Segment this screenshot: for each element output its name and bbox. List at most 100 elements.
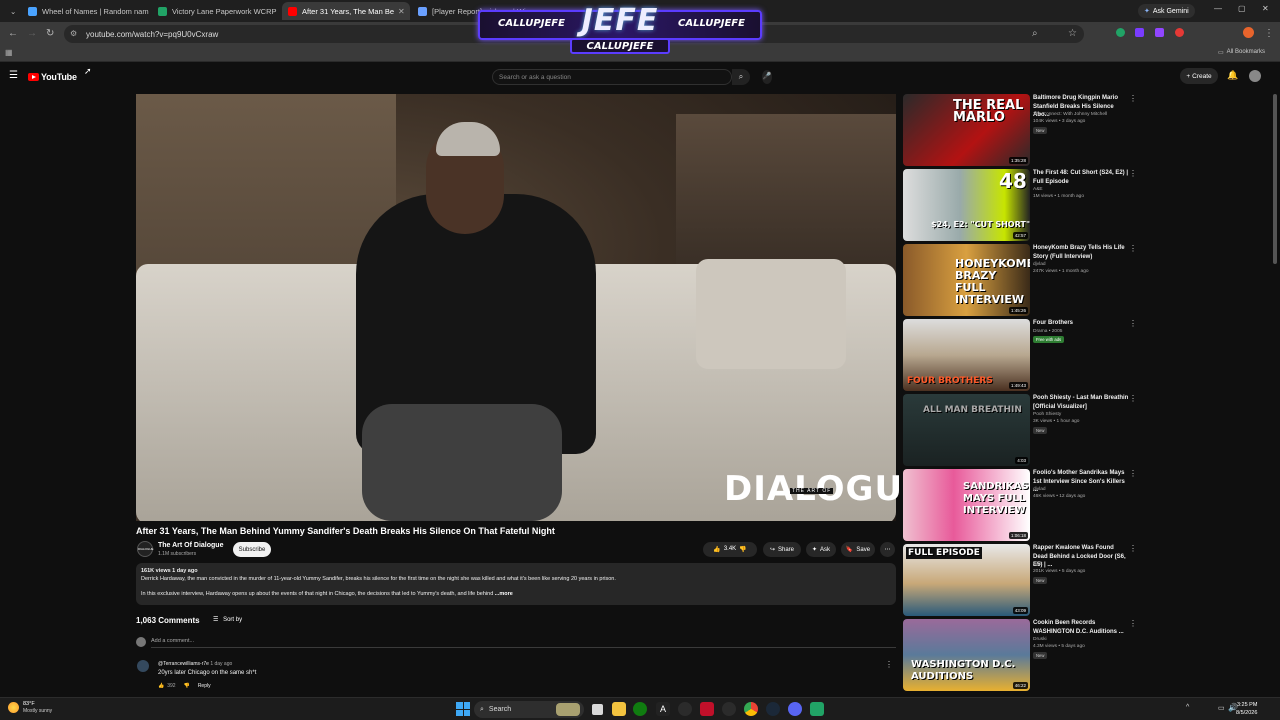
recommended-video[interactable]: ALL MAN BREATHIN 4:03 Pooh Shiesty - Las…: [903, 394, 1143, 466]
more-vertical-icon[interactable]: ⋮: [1129, 394, 1137, 403]
taskbar-search[interactable]: ⌕ Search: [474, 701, 584, 718]
minimize-icon[interactable]: —: [1214, 4, 1222, 13]
forward-icon[interactable]: →: [27, 28, 37, 39]
video-description[interactable]: 161K views 1 day ago Derrick Hardaway, t…: [136, 563, 896, 605]
tab-victory-lane[interactable]: Victory Lane Paperwork WCRP ✕: [152, 2, 280, 20]
recommended-video[interactable]: FOUR BROTHERS 1:49:43 Four Brothers Dram…: [903, 319, 1143, 391]
hamburger-menu-icon[interactable]: ☰: [9, 70, 18, 81]
app-icon[interactable]: [678, 702, 692, 716]
search-input[interactable]: Search or ask a question: [492, 69, 732, 85]
site-info-icon[interactable]: ⚙: [70, 29, 77, 38]
video-thumbnail[interactable]: ALL MAN BREATHIN 4:03: [903, 394, 1030, 466]
app-icon[interactable]: [700, 702, 714, 716]
tab-search-button[interactable]: ⌄: [4, 2, 20, 20]
channel-avatar[interactable]: DIALOGUE: [137, 541, 154, 557]
sort-icon: ☰: [213, 617, 219, 623]
channel-name[interactable]: The Art Of Dialogue: [158, 542, 223, 549]
maximize-icon[interactable]: ▢: [1238, 4, 1246, 13]
tab-wheel-of-names[interactable]: Wheel of Names | Random nam ✕: [22, 2, 150, 20]
task-view-icon[interactable]: [592, 704, 603, 715]
video-thumbnail[interactable]: FOUR BROTHERS 1:49:43: [903, 319, 1030, 391]
close-icon[interactable]: ✕: [394, 7, 405, 16]
recommended-video[interactable]: $24, E2: "CUT SHORT" 48 42:57 The First …: [903, 169, 1143, 241]
extension-icon[interactable]: [1175, 28, 1184, 37]
more-vertical-icon[interactable]: ⋮: [1129, 319, 1137, 328]
youtube-logo[interactable]: YouTube: [28, 72, 77, 82]
windows-start-icon[interactable]: [456, 702, 470, 716]
app-icon[interactable]: [722, 702, 736, 716]
like-button[interactable]: 👍 3.4K: [713, 546, 736, 553]
recommended-video[interactable]: SANDRIKAS MAYS FULL INTERVIEW 1:06:18 Fo…: [903, 469, 1143, 541]
more-vertical-icon[interactable]: ⋮: [1129, 469, 1137, 478]
recommended-views: 1M views • 1 month ago: [1033, 194, 1085, 199]
video-thumbnail[interactable]: THE REAL MARLO 1:35:28: [903, 94, 1030, 166]
thumbnail-number: 48: [999, 169, 1027, 193]
all-bookmarks-button[interactable]: ▭ All Bookmarks: [1218, 49, 1265, 56]
more-vertical-icon[interactable]: ⋮: [1129, 169, 1137, 178]
ask-button[interactable]: ✦ Ask: [806, 542, 836, 557]
tray-chevron-icon[interactable]: ^: [1186, 704, 1189, 711]
recommended-video[interactable]: HONEYKOMB BRAZY FULL INTERVIEW 1:45:26 H…: [903, 244, 1143, 316]
page-scrollbar[interactable]: [1273, 94, 1277, 264]
reload-icon[interactable]: ↻: [46, 28, 54, 39]
close-window-icon[interactable]: ✕: [1262, 4, 1269, 13]
reply-button[interactable]: Reply: [198, 683, 211, 689]
steam-icon[interactable]: [766, 702, 780, 716]
dislike-button[interactable]: 👎: [739, 546, 746, 553]
more-vertical-icon[interactable]: ⋮: [1129, 619, 1137, 628]
weather-widget[interactable]: 83°F Mostly sunny: [8, 701, 52, 714]
system-clock[interactable]: 3:25 PM 8/5/2026: [1236, 701, 1257, 717]
notifications-bell-icon[interactable]: 🔔: [1227, 70, 1238, 81]
recommended-video[interactable]: WASHINGTON D.C. AUDITIONS 46:22 Cookin B…: [903, 619, 1143, 691]
video-thumbnail[interactable]: $24, E2: "CUT SHORT" 48 42:57: [903, 169, 1030, 241]
save-button[interactable]: 🔖 Save: [841, 542, 875, 557]
more-vertical-icon[interactable]: ⋮: [1129, 544, 1137, 553]
extension-icon[interactable]: [1116, 28, 1125, 37]
comment-like-button[interactable]: 👍 392: [158, 683, 176, 689]
comment-username[interactable]: @Terrancewilliams-r7e: [158, 661, 209, 667]
network-icon[interactable]: ▭: [1218, 704, 1225, 712]
file-explorer-icon[interactable]: [612, 702, 626, 716]
video-thumbnail[interactable]: SANDRIKAS MAYS FULL INTERVIEW 1:06:18: [903, 469, 1030, 541]
tab-youtube-video[interactable]: After 31 Years, The Man Be ✕: [282, 2, 410, 20]
voice-search-icon[interactable]: 🎤: [762, 70, 772, 84]
video-thumbnail[interactable]: HONEYKOMB BRAZY FULL INTERVIEW 1:45:26: [903, 244, 1030, 316]
recommended-video[interactable]: THE REAL MARLO 1:35:28 Baltimore Drug Ki…: [903, 94, 1143, 166]
profile-avatar[interactable]: [1243, 27, 1254, 38]
subscribe-button[interactable]: Subscribe: [233, 542, 271, 557]
add-comment-input[interactable]: Add a comment...: [151, 638, 896, 648]
video-thumbnail[interactable]: FULL EPISODE 43:09: [903, 544, 1030, 616]
back-icon[interactable]: ←: [8, 28, 18, 39]
account-avatar[interactable]: [1249, 70, 1261, 82]
more-vertical-icon[interactable]: ⋮: [1129, 244, 1137, 253]
url-text: youtube.com/watch?v=pq9U0vCxraw: [86, 29, 219, 39]
twitch-icon[interactable]: [1155, 28, 1164, 37]
bookmark-star-icon[interactable]: ☆: [1068, 28, 1077, 39]
sort-by-button[interactable]: ☰ Sort by: [213, 616, 242, 623]
share-button[interactable]: ↪ Share: [763, 542, 801, 557]
close-icon[interactable]: ✕: [276, 7, 280, 16]
comment-dislike-button[interactable]: 👎: [184, 683, 190, 689]
video-player[interactable]: [136, 94, 896, 521]
apps-grid-icon[interactable]: ▦: [5, 48, 13, 57]
chrome-icon[interactable]: [744, 702, 758, 716]
ask-gemini-button[interactable]: ✦ Ask Gemini: [1138, 4, 1195, 18]
comment-menu-icon[interactable]: ⋮: [885, 660, 893, 669]
create-button[interactable]: + Create: [1180, 68, 1218, 84]
show-more-link[interactable]: ...more: [495, 591, 513, 597]
more-vertical-icon[interactable]: ⋮: [1129, 94, 1137, 103]
more-menu-icon[interactable]: ⋮: [1264, 28, 1274, 39]
more-actions-button[interactable]: ⋯: [880, 542, 895, 557]
zoom-icon[interactable]: ⌕: [1032, 28, 1038, 39]
search-button[interactable]: ⌕: [732, 69, 750, 85]
discord-icon[interactable]: [788, 702, 802, 716]
video-thumbnail[interactable]: WASHINGTON D.C. AUDITIONS 46:22: [903, 619, 1030, 691]
thumbs-down-icon: 👎: [739, 547, 747, 553]
recommended-video[interactable]: FULL EPISODE 43:09 Rapper Kwalone Was Fo…: [903, 544, 1143, 616]
app-a-icon[interactable]: A: [656, 702, 670, 716]
xbox-icon[interactable]: [633, 702, 647, 716]
sheets-icon[interactable]: [810, 702, 824, 716]
close-icon[interactable]: ✕: [149, 7, 150, 16]
extension-icon[interactable]: [1135, 28, 1144, 37]
commenter-avatar[interactable]: [137, 660, 149, 672]
